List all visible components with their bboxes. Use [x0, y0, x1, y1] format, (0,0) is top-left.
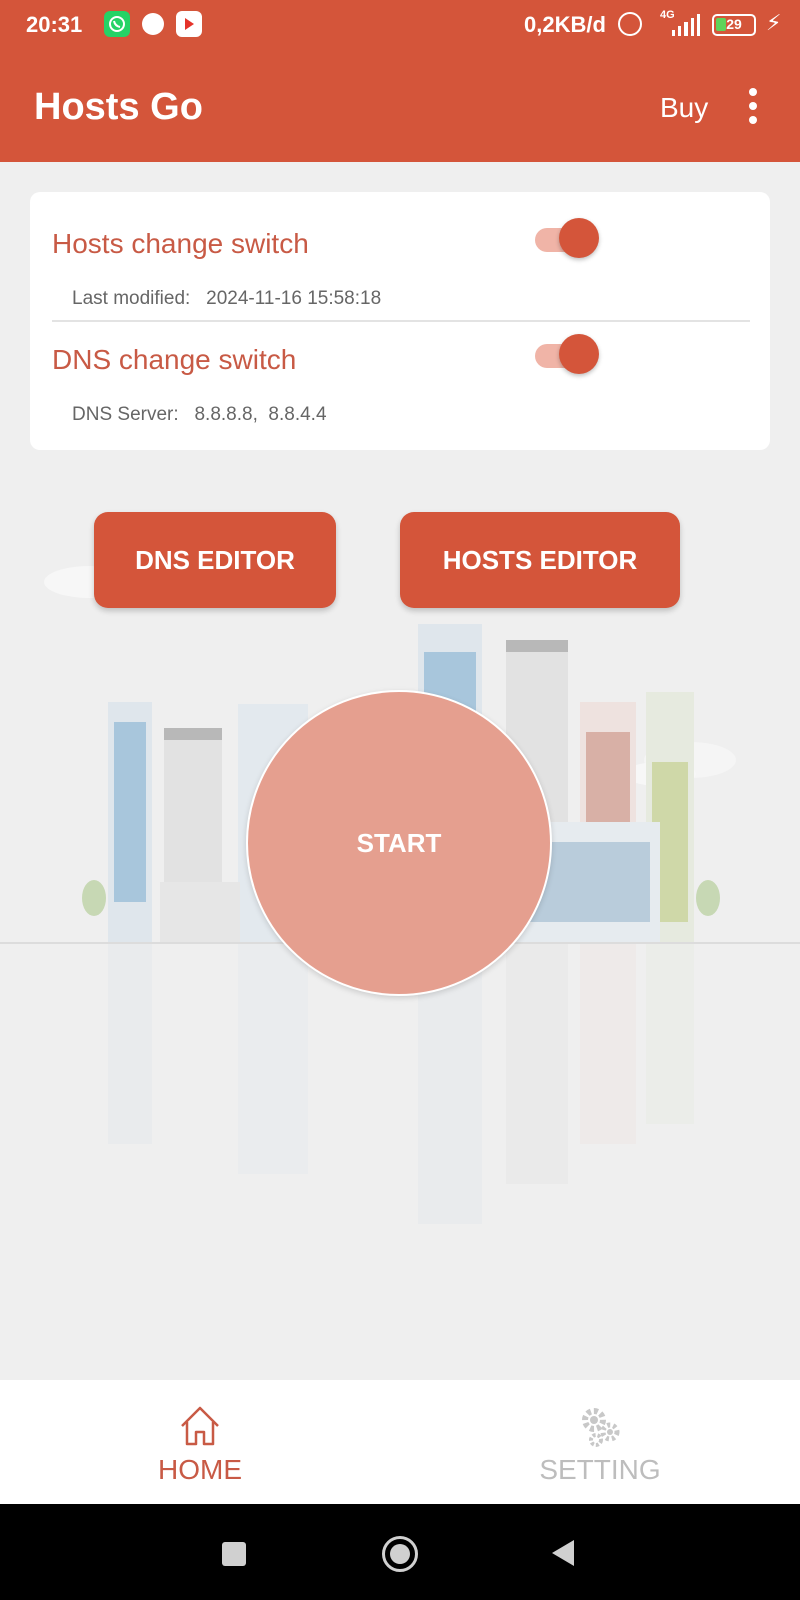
system-home-icon[interactable] — [382, 1536, 418, 1572]
recents-icon[interactable] — [222, 1542, 246, 1566]
hosts-last-modified: Last modified: 2024-11-16 15:58:18 — [72, 288, 381, 310]
battery-icon: 29 — [712, 14, 756, 36]
back-icon[interactable] — [552, 1540, 574, 1566]
signal-icon — [672, 14, 701, 36]
dns-server-label: DNS Server: — [72, 404, 179, 425]
hosts-switch-label: Hosts change switch — [52, 228, 309, 259]
start-button[interactable]: START — [246, 690, 552, 996]
switches-card: Hosts change switch Last modified: 2024-… — [30, 192, 770, 450]
bottom-navigation: HOME SETTING — [0, 1380, 800, 1504]
system-navigation-bar — [0, 1504, 800, 1600]
buy-button[interactable]: Buy — [660, 92, 708, 124]
gears-icon — [576, 1402, 624, 1450]
charging-icon: ⚡ — [766, 10, 782, 35]
data-rate: 0,2KB/d — [524, 12, 606, 37]
alarm-icon — [618, 12, 642, 36]
nav-item-home[interactable]: HOME — [0, 1380, 400, 1504]
app-title: Hosts Go — [34, 86, 203, 128]
header: 20:31 0,2KB/d 4G 29 ⚡ Hosts Go Buy — [0, 0, 800, 162]
hosts-change-toggle[interactable] — [535, 216, 601, 260]
status-bar: 20:31 0,2KB/d 4G 29 ⚡ — [0, 0, 800, 52]
home-icon — [176, 1402, 224, 1450]
status-time: 20:31 — [26, 12, 83, 37]
nav-home-label: HOME — [158, 1454, 242, 1485]
dns-switch-label: DNS change switch — [52, 344, 297, 375]
divider — [52, 320, 750, 322]
dns-server-info: DNS Server: 8.8.8.8, 8.8.4.4 — [72, 404, 327, 426]
toggle-thumb — [559, 218, 599, 258]
youtube-icon — [176, 11, 202, 37]
nav-setting-label: SETTING — [539, 1454, 661, 1485]
nav-item-setting[interactable]: SETTING — [400, 1380, 800, 1504]
whatsapp-icon — [104, 11, 130, 37]
last-modified-value: 2024-11-16 15:58:18 — [206, 288, 382, 309]
battery-level: 29 — [726, 16, 742, 32]
more-vert-icon[interactable] — [748, 88, 758, 124]
hosts-editor-button[interactable]: HOSTS EDITOR — [400, 512, 680, 608]
app-icon — [140, 11, 166, 37]
last-modified-label: Last modified: — [72, 288, 191, 309]
toggle-thumb — [559, 334, 599, 374]
dns-editor-button[interactable]: DNS EDITOR — [94, 512, 336, 608]
dns-server-value: 8.8.8.8, 8.8.4.4 — [194, 404, 327, 425]
dns-change-toggle[interactable] — [535, 332, 601, 376]
